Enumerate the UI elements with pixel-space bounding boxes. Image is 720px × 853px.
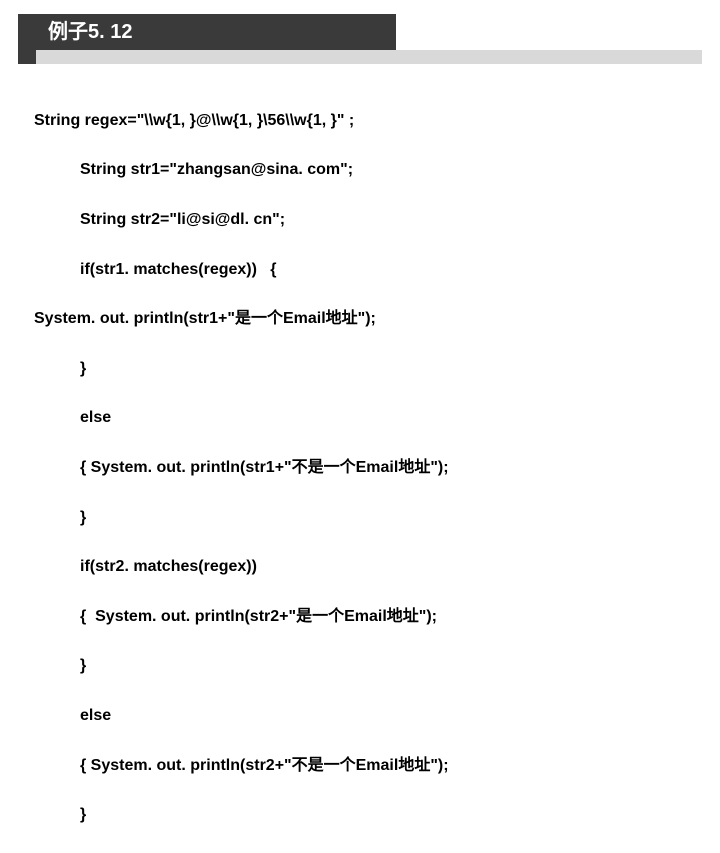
code-block: String regex="\\w{1, }@\\w{1, }\56\\w{1,…	[0, 60, 720, 853]
code-line: if(str2. matches(regex))	[34, 555, 686, 580]
code-line: }	[34, 357, 686, 382]
code-line: { System. out. println(str2+"不是一个Email地址…	[34, 754, 686, 779]
header-accent	[18, 14, 36, 64]
code-line: else	[34, 704, 686, 729]
code-line: else	[34, 406, 686, 431]
code-line: String str1="zhangsan@sina. com";	[34, 158, 686, 183]
code-line: }	[34, 803, 686, 828]
code-line: { System. out. println(str2+"是一个Email地址"…	[34, 605, 686, 630]
code-line: String regex="\\w{1, }@\\w{1, }\56\\w{1,…	[34, 109, 686, 134]
code-line: String str2="li@si@dl. cn";	[34, 208, 686, 233]
code-line: if(str1. matches(regex)) {	[34, 258, 686, 283]
code-line: }	[34, 654, 686, 679]
slide-title: 例子5. 12	[36, 14, 396, 50]
code-line: System. out. println(str1+"是一个Email地址");	[34, 307, 686, 332]
slide-header: 例子5. 12	[0, 0, 720, 60]
code-line: { System. out. println(str1+"不是一个Email地址…	[34, 456, 686, 481]
code-line: }	[34, 506, 686, 531]
